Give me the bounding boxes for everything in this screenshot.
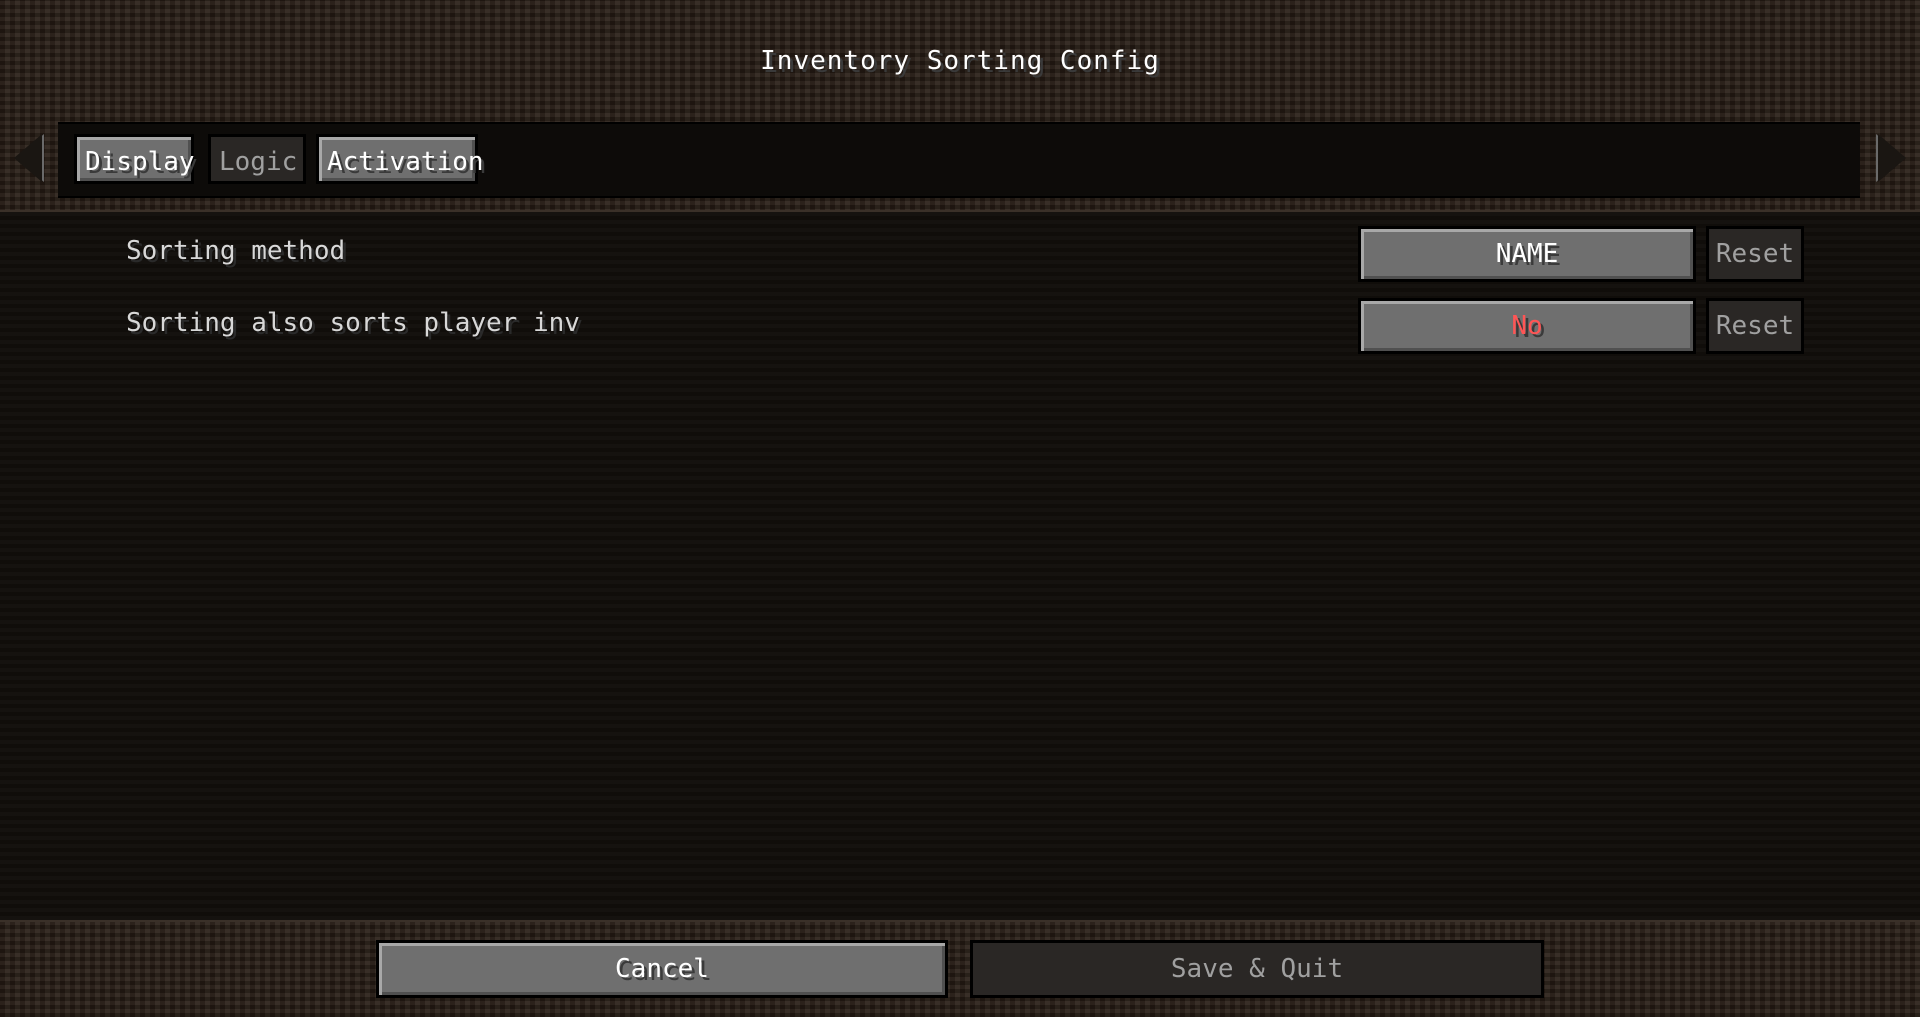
sorts-player-inv-value: No: [1511, 311, 1543, 341]
tab-logic[interactable]: Logic: [208, 134, 306, 184]
option-label-sorting-method: Sorting method: [126, 236, 346, 266]
tab-scroll-left-icon[interactable]: [14, 134, 42, 182]
cancel-button[interactable]: Cancel: [376, 940, 948, 998]
tab-display[interactable]: Display: [74, 134, 195, 184]
tab-scroll-right-icon[interactable]: [1878, 134, 1906, 182]
tab-bar: Display Logic Activation: [58, 122, 1860, 198]
sorting-method-reset-button[interactable]: Reset: [1706, 226, 1804, 282]
save-quit-button[interactable]: Save & Quit: [970, 940, 1544, 998]
option-label-sorts-player-inv: Sorting also sorts player inv: [126, 308, 580, 338]
tab-activation[interactable]: Activation: [316, 134, 484, 184]
options-list: Sorting method NAME Reset Sorting also s…: [0, 210, 1920, 922]
sorts-player-inv-toggle[interactable]: No: [1358, 298, 1696, 354]
sorts-player-inv-reset-button[interactable]: Reset: [1706, 298, 1804, 354]
page-title: Inventory Sorting Config: [760, 46, 1160, 76]
sorting-method-button[interactable]: NAME: [1358, 226, 1696, 282]
sorting-method-value: NAME: [1495, 239, 1559, 269]
